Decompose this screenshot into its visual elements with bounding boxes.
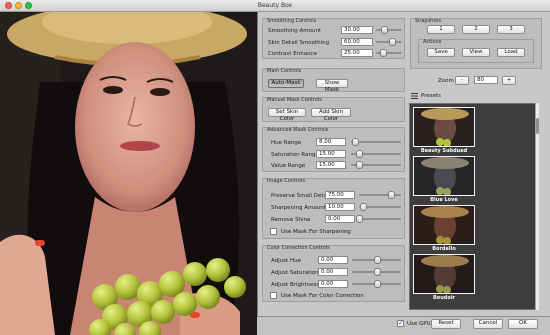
hue-range-field[interactable]: 8.00 (316, 138, 346, 146)
slider-knob[interactable] (380, 26, 388, 34)
set-skin-color-button[interactable]: Set Skin Color (268, 108, 306, 122)
saturation-range-slider[interactable] (351, 150, 401, 158)
cancel-button[interactable]: Cancel (473, 319, 503, 329)
slider-knob[interactable] (373, 268, 381, 276)
view-snapshot-button[interactable]: View (462, 48, 490, 57)
presets-list[interactable]: Beauty Subdued Blue Love Bordello Boudoi… (409, 103, 538, 310)
preset-label[interactable]: Boudoir (413, 295, 475, 301)
snapshots-title: Snapshots (415, 18, 441, 24)
snapshot-2-button[interactable]: 2 (462, 25, 490, 34)
use-mask-for-color-correction-checkbox[interactable] (270, 292, 277, 299)
preset-thumbnail[interactable] (413, 156, 475, 196)
value-range-label: Value Range (271, 163, 306, 169)
preset-label[interactable]: Blue Love (413, 197, 475, 203)
contrast-enhance-field[interactable]: 25.00 (341, 49, 373, 57)
contrast-enhance-slider[interactable] (376, 49, 402, 57)
zoom-label: Zoom (438, 78, 454, 84)
save-snapshot-button[interactable]: Save (427, 48, 455, 57)
smoothing-amount-slider[interactable] (376, 26, 402, 34)
show-mask-button[interactable]: Show Mask (316, 79, 348, 93)
saturation-range-field[interactable]: 15.00 (316, 150, 346, 158)
slider-knob[interactable] (355, 161, 363, 169)
saturation-range-label: Saturation Range (271, 152, 319, 158)
slider-knob[interactable] (356, 215, 363, 223)
preserve-small-detail-label: Preserve Small Detail (271, 193, 330, 199)
image-controls-title: Image Controls (267, 178, 305, 184)
ok-button[interactable]: OK (508, 319, 538, 329)
adjust-hue-label: Adjust Hue (271, 258, 301, 264)
adjust-saturation-field[interactable]: 0.00 (318, 268, 348, 276)
remove-shine-field[interactable]: 0.00 (325, 215, 355, 223)
skin-detail-smoothing-field[interactable]: 60.00 (341, 38, 373, 46)
slider-knob[interactable] (360, 203, 368, 211)
reset-button[interactable]: Reset (431, 319, 461, 329)
smoothing-controls-title: Smoothing Controls (267, 18, 317, 24)
preset-thumbnail[interactable] (413, 107, 475, 147)
adjust-hue-field[interactable]: 0.00 (318, 256, 348, 264)
slider-knob[interactable] (355, 150, 363, 158)
preset-thumbnail[interactable] (413, 254, 475, 294)
value-range-slider[interactable] (351, 161, 401, 169)
slider-knob[interactable] (373, 280, 381, 288)
load-snapshot-button[interactable]: Load (497, 48, 525, 57)
remove-shine-label: Remove Shine (271, 217, 311, 223)
adjust-brightness-label: Adjust Brightness (271, 282, 320, 288)
preset-thumbnail[interactable] (413, 205, 475, 245)
window-titlebar: Beauty Box (0, 0, 550, 12)
image-preview[interactable] (0, 12, 257, 335)
adjust-saturation-slider[interactable] (352, 268, 401, 276)
advanced-mask-controls-title: Advanced Mask Controls (267, 127, 329, 133)
slider-knob[interactable] (352, 138, 359, 146)
manual-mask-controls-title: Manual Mask Controls (267, 97, 322, 103)
adjust-saturation-label: Adjust Saturation (271, 270, 319, 276)
use-gpu-checkbox[interactable] (397, 319, 404, 327)
hue-range-label: Hue Range (271, 140, 302, 146)
sharpening-amount-label: Sharpening Amount (271, 205, 326, 211)
snapshot-3-button[interactable]: 3 (497, 25, 525, 34)
snapshot-1-button[interactable]: 1 (427, 25, 455, 34)
slider-knob[interactable] (388, 38, 396, 46)
presets-list-icon (411, 93, 418, 99)
slider-knob[interactable] (373, 256, 381, 264)
add-skin-color-button[interactable]: Add Skin Color (311, 108, 351, 122)
adjust-hue-slider[interactable] (352, 256, 401, 264)
smoothing-amount-field[interactable]: 30.00 (341, 26, 373, 34)
preserve-small-detail-slider[interactable] (359, 191, 401, 199)
use-mask-for-color-correction-label: Use Mask For Color Correction (281, 293, 364, 299)
hue-range-slider[interactable] (351, 138, 401, 146)
skin-detail-smoothing-slider[interactable] (376, 38, 402, 46)
portrait-photo (0, 12, 257, 335)
remove-shine-slider[interactable] (356, 215, 401, 223)
contrast-enhance-label: Contrast Enhance (268, 51, 317, 57)
window-title: Beauty Box (257, 2, 293, 9)
use-gpu-label: Use GPU (407, 321, 431, 327)
smoothing-amount-label: Smoothing Amount (268, 28, 322, 34)
main-controls-title: Main Controls (267, 68, 302, 74)
actions-title: Actions (423, 39, 442, 45)
slider-knob[interactable] (387, 191, 395, 199)
adjust-brightness-field[interactable]: 0.00 (318, 280, 348, 288)
skin-detail-smoothing-label: Skin Detail Smoothing (268, 40, 330, 46)
value-range-field[interactable]: 15.00 (316, 161, 346, 169)
presets-title: Presets (421, 93, 442, 99)
slider-knob[interactable] (379, 49, 387, 57)
use-mask-for-sharpening-label: Use Mask For Sharpening (281, 229, 351, 235)
zoom-field[interactable]: 80 (474, 76, 498, 84)
preset-label[interactable]: Bordello (413, 246, 475, 252)
auto-mask-button[interactable]: Auto-Mask (268, 79, 304, 88)
zoom-out-button[interactable]: - (455, 76, 469, 85)
presets-scrollbar[interactable] (535, 103, 539, 310)
presets-scrollbar-thumb[interactable] (536, 118, 539, 134)
use-mask-for-sharpening-checkbox[interactable] (270, 228, 277, 235)
preset-label[interactable]: Beauty Subdued (413, 148, 475, 154)
sharpening-amount-field[interactable]: 10.00 (325, 203, 355, 211)
adjust-brightness-slider[interactable] (352, 280, 401, 288)
preserve-small-detail-field[interactable]: 75.00 (325, 191, 355, 199)
color-correction-controls-title: Color Correction Controls (267, 245, 330, 251)
sharpening-amount-slider[interactable] (359, 203, 401, 211)
zoom-in-button[interactable]: + (502, 76, 516, 85)
